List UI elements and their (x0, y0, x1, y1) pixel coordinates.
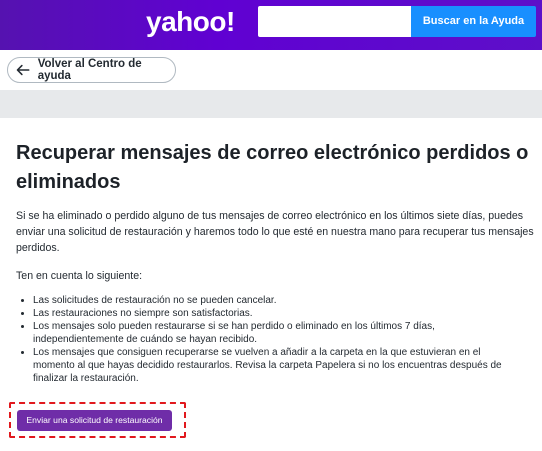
back-label: Volver al Centro de ayuda (37, 58, 142, 82)
list-item: Los mensajes que consiguen recuperarse s… (16, 346, 516, 385)
submit-restore-request-button[interactable]: Enviar una solicitud de restauración (17, 410, 172, 431)
divider-band (0, 90, 542, 118)
arrow-left-icon (16, 64, 30, 76)
top-header: yahoo! Buscar en la Ayuda (0, 0, 542, 50)
article-content: Recuperar mensajes de correo electrónico… (0, 118, 542, 451)
note-paragraph: Ten en cuenta lo siguiente: (16, 270, 143, 282)
intro-paragraph: Si se ha eliminado o perdido alguno de t… (16, 210, 534, 254)
help-search-button[interactable]: Buscar en la Ayuda (411, 6, 536, 37)
page-title: Recuperar mensajes de correo electrónico… (16, 142, 529, 193)
help-search-input[interactable] (258, 6, 412, 37)
list-item: Las solicitudes de restauración no se pu… (16, 294, 516, 307)
yahoo-logo[interactable]: yahoo! (146, 6, 235, 38)
conditions-list: Las solicitudes de restauración no se pu… (16, 294, 516, 385)
back-to-help-center-button[interactable]: Volver al Centro de ayuda (7, 57, 176, 83)
list-item: Las restauraciones no siempre son satisf… (16, 307, 516, 320)
list-item: Los mensajes solo pueden restaurarse si … (16, 320, 516, 346)
